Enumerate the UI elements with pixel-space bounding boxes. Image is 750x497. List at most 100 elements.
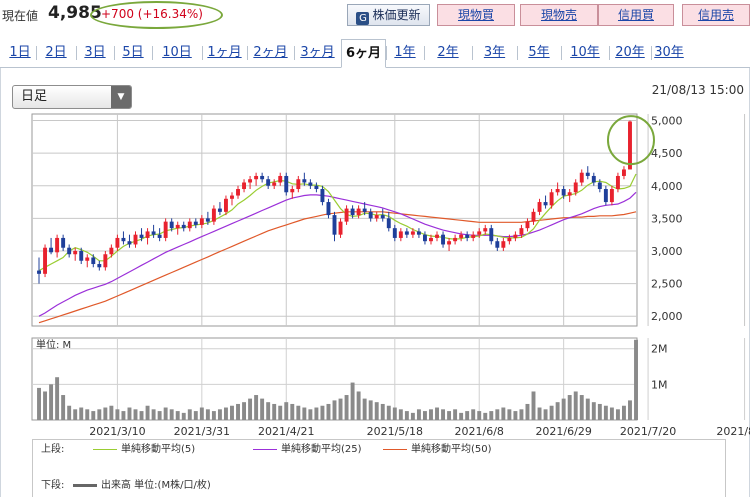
legend-upper-label: 上段: — [41, 444, 65, 455]
volume-bar — [278, 405, 283, 420]
legend-ma5: 単純移動平均(5) — [93, 443, 195, 457]
candle-body — [549, 192, 554, 206]
volume-bar — [362, 398, 367, 420]
candle-body — [223, 198, 228, 212]
candle-body — [513, 234, 518, 238]
candle-body — [404, 231, 409, 235]
volume-bar — [338, 398, 343, 420]
candle-body — [67, 247, 72, 255]
candle-body — [603, 189, 608, 203]
candle-body — [187, 221, 192, 229]
candle-body — [362, 208, 367, 212]
candle-body — [471, 234, 476, 238]
candle-body — [260, 175, 265, 180]
candle-body — [392, 228, 397, 238]
volume-bar — [43, 391, 48, 420]
candle-body — [175, 224, 180, 229]
candle-body — [217, 208, 222, 212]
volume-bar — [615, 409, 620, 420]
volume-bar — [254, 395, 259, 420]
candle-body — [169, 221, 174, 229]
candle-body — [79, 250, 84, 261]
candle-body — [410, 231, 415, 235]
candle-body — [55, 237, 60, 253]
volume-bar — [332, 400, 337, 420]
date-tick-label: 2021/6/29 — [535, 425, 591, 438]
candle-body — [302, 179, 307, 183]
volume-bar — [531, 391, 536, 420]
candle-body — [199, 218, 204, 225]
candle-body — [91, 257, 96, 265]
date-tick-label: 2021/5/18 — [367, 425, 423, 438]
candle-body — [109, 247, 114, 255]
candle-body — [453, 237, 458, 242]
candle-body — [338, 221, 343, 235]
ma5-swatch — [93, 448, 117, 450]
candle-body — [628, 121, 632, 170]
volume-bar — [465, 411, 470, 420]
volume-bar — [459, 412, 464, 420]
date-tick-label: 2021/3/10 — [89, 425, 145, 438]
volume-bar — [163, 407, 168, 420]
candle-body — [37, 270, 41, 274]
volume-bar — [242, 402, 247, 420]
volume-bar — [248, 398, 253, 420]
volume-bar — [368, 400, 373, 420]
price-tick-label: 3,500 — [651, 212, 683, 225]
candle-body — [591, 175, 596, 183]
legend-ma50: 単純移動平均(50) — [383, 443, 492, 457]
candle-body — [615, 175, 620, 190]
volume-bar — [85, 409, 90, 420]
volume-bar — [236, 403, 240, 420]
candle-body — [435, 234, 439, 238]
volume-bar — [537, 407, 542, 420]
candle-body — [49, 247, 54, 253]
candle-body — [284, 175, 289, 193]
candle-body — [495, 241, 500, 248]
volume-bar — [435, 407, 439, 420]
volume-bar — [314, 407, 319, 420]
candle-body — [386, 218, 391, 229]
volume-bar — [429, 409, 433, 420]
candle-body — [254, 175, 259, 180]
volume-bar — [609, 407, 614, 420]
candle-body — [525, 221, 530, 229]
candle-body — [272, 182, 277, 186]
candle-body — [356, 208, 361, 216]
candle-body — [561, 189, 566, 196]
volume-bar — [519, 409, 524, 420]
candle-body — [332, 215, 337, 235]
candle-body — [308, 182, 313, 186]
candle-body — [296, 179, 301, 190]
volume-tick-label: 1M — [651, 378, 668, 391]
candle-body — [85, 257, 90, 261]
volume-bar — [410, 412, 415, 420]
candle-body — [374, 215, 379, 219]
volume-bar — [169, 409, 174, 420]
volume-bar — [513, 411, 518, 420]
volume-bar — [628, 400, 632, 420]
volume-bar — [109, 405, 114, 420]
candle-body — [489, 228, 494, 242]
candle-body — [483, 228, 488, 232]
candle-body — [163, 221, 168, 238]
volume-bar — [495, 409, 500, 420]
candle-body — [61, 237, 66, 248]
volume-bar — [567, 395, 572, 420]
candle-body — [193, 221, 198, 225]
candle-body — [205, 218, 210, 222]
candle-body — [248, 179, 253, 183]
candle-body — [585, 172, 590, 176]
candle-body — [151, 231, 156, 235]
volume-bar — [326, 403, 331, 420]
volume-bar — [175, 411, 180, 420]
volume-bar — [447, 411, 452, 420]
volume-bar — [266, 402, 271, 420]
price-tick-label: 2,500 — [651, 278, 683, 291]
volume-bar — [392, 407, 397, 420]
ma50-swatch — [383, 448, 407, 450]
candle-body — [115, 237, 120, 248]
volume-bar — [49, 384, 54, 420]
candle-body — [621, 169, 626, 176]
candle-body — [236, 189, 240, 196]
